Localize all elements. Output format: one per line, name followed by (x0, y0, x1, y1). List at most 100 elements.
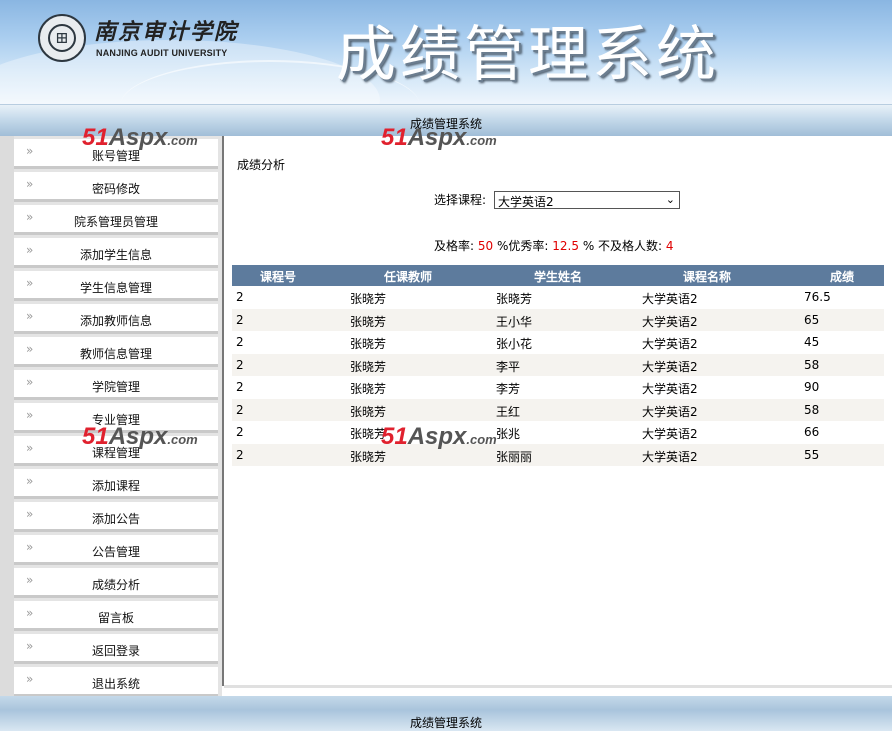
course-select-value: 大学英语2 (498, 195, 554, 209)
sidebar-item-label: 院系管理员管理 (73, 215, 158, 229)
table-row: 2 张晓芳 张小花 大学英语2 45 (232, 331, 884, 354)
table-cell: 2 (236, 402, 244, 417)
table-body: 2 张晓芳 张晓芳 大学英语2 76.5 2 张晓芳 王小华 大学英语2 65 2 张晓芳 张小花 大学英… (232, 286, 884, 466)
sidebar-item-label: 公告管理 (91, 545, 140, 559)
table-cell: 2 (236, 357, 244, 372)
sidebar-item[interactable]: » 返回登录 (14, 634, 218, 664)
sidebar-item[interactable]: » 成绩分析 (14, 568, 218, 598)
sidebar: » 账号管理» 密码修改» 院系管理员管理» 添加学生信息» 学生信息管理» 添加教师信息»… (0, 136, 224, 697)
sidebar-item[interactable]: » 添加教师信息 (14, 304, 218, 334)
table-cell: 张小花 (496, 337, 533, 351)
table-cell: 张晓芳 (350, 382, 387, 396)
table-cell: 2 (236, 380, 244, 394)
sidebar-item-label: 密码修改 (91, 182, 140, 196)
course-select[interactable]: 大学英语2 ⌄ (494, 191, 680, 209)
university-name-en: NANJING AUDIT UNIVERSITY (96, 48, 228, 58)
sidebar-item-label: 返回登录 (91, 644, 140, 658)
pass-rate-value: 50 (477, 239, 494, 253)
table-cell: 大学英语2 (642, 359, 698, 374)
watermark-logo: 51Aspx.com (381, 124, 497, 151)
sidebar-item[interactable]: » 密码修改 (14, 172, 218, 202)
sidebar-item[interactable]: » 学院管理 (14, 370, 218, 400)
sidebar-item-label: 添加教师信息 (79, 314, 152, 328)
table-cell: 76.5 (804, 290, 831, 304)
table-cell: 张晓芳 (350, 404, 387, 419)
score-table: 课程号 任课教师 学生姓名 课程名称 成绩 2 张晓芳 张晓芳 大学英语2 76.5 2 张晓芳 王小… (232, 265, 884, 466)
table-cell: 2 (236, 447, 244, 462)
sidebar-item-label: 留言板 (97, 611, 134, 625)
sidebar-item-label: 添加课程 (91, 479, 140, 493)
main-content: 成绩分析 选择课程: 大学英语2 ⌄ 及格率: 50 %优秀率: 12.5 % … (224, 136, 892, 688)
table-cell: 2 (236, 335, 244, 349)
table-cell: 45 (804, 335, 820, 349)
table-row: 2 张晓芳 张丽丽 大学英语2 55 (232, 443, 884, 466)
table-row: 2 张晓芳 李平 大学英语2 58 (232, 353, 884, 376)
footer-bar: 成绩管理系统 (0, 696, 892, 731)
sidebar-item[interactable]: » 添加课程 (14, 469, 218, 499)
table-row: 2 张晓芳 李芳 大学英语2 90 (232, 376, 884, 399)
table-cell: 大学英语2 (642, 337, 698, 351)
table-cell: 张丽丽 (496, 449, 533, 464)
table-cell: 张晓芳 (350, 314, 387, 329)
table-cell: 大学英语2 (642, 292, 698, 306)
sidebar-item[interactable]: » 添加学生信息 (14, 238, 218, 268)
table-cell: 李芳 (496, 382, 521, 396)
sidebar-item-label: 成绩分析 (91, 578, 140, 592)
table-cell: 58 (804, 357, 820, 372)
table-cell: 李平 (496, 359, 521, 374)
column-header: 学生姓名 (533, 270, 582, 284)
column-header: 任课教师 (383, 270, 432, 284)
course-selector: 选择课程: 大学英语2 ⌄ (434, 191, 680, 209)
table-cell: 张晓芳 (350, 359, 387, 374)
table-cell: 张晓芳 (350, 337, 387, 351)
excellent-rate-label: %优秀率: (496, 239, 549, 253)
table-cell: 张兆 (496, 427, 521, 441)
fail-count-value: 4 (665, 239, 674, 253)
table-cell: 2 (236, 290, 244, 304)
sidebar-item-label: 教师信息管理 (79, 347, 152, 361)
stats-summary: 及格率: 50 %优秀率: 12.5 % 不及格人数: 4 (434, 237, 674, 254)
pass-rate-label: 及格率: (434, 239, 475, 253)
university-seal-icon: ⊞ (38, 14, 86, 62)
table-cell: 王小华 (496, 314, 533, 329)
table-cell: 大学英语2 (642, 404, 698, 419)
sidebar-item-label: 学生信息管理 (79, 281, 152, 295)
table-cell: 张晓芳 (350, 292, 387, 306)
system-title: 成绩管理系统 (336, 20, 720, 90)
course-label: 选择课程: (434, 193, 487, 207)
watermark-logo: 51Aspx.com (381, 423, 497, 450)
sidebar-item-label: 添加公告 (91, 512, 140, 526)
sidebar-item[interactable]: » 留言板 (14, 601, 218, 631)
table-cell: 90 (804, 380, 820, 394)
table-row: 2 张晓芳 张兆 大学英语2 66 (232, 421, 884, 444)
footer-label: 成绩管理系统 (409, 716, 482, 730)
watermark-logo: 51Aspx.com (82, 124, 198, 151)
column-header: 课程名称 (682, 270, 731, 284)
table-cell: 大学英语2 (642, 449, 698, 464)
sidebar-item[interactable]: » 退出系统 (14, 667, 218, 697)
sidebar-item-label: 添加学生信息 (79, 248, 152, 262)
table-cell: 大学英语2 (642, 427, 698, 441)
table-cell: 大学英语2 (642, 314, 698, 329)
table-row: 2 张晓芳 张晓芳 大学英语2 76.5 (232, 286, 884, 309)
sidebar-item[interactable]: » 院系管理员管理 (14, 205, 218, 235)
fail-count-label: % 不及格人数: (582, 239, 663, 253)
excellent-rate-value: 12.5 (552, 239, 579, 253)
page-title: 成绩分析 (237, 158, 286, 172)
sidebar-item[interactable]: » 添加公告 (14, 502, 218, 532)
chevron-down-icon: ⌄ (665, 193, 675, 206)
table-cell: 66 (804, 425, 820, 439)
table-header: 课程号 任课教师 学生姓名 课程名称 成绩 (232, 265, 884, 286)
university-name-cn: 南京审计学院 (94, 19, 239, 45)
sidebar-item-label: 退出系统 (91, 677, 140, 691)
sidebar-item[interactable]: » 教师信息管理 (14, 337, 218, 367)
table-row: 2 张晓芳 王红 大学英语2 58 (232, 398, 884, 421)
table-cell: 王红 (496, 404, 521, 419)
table-cell: 大学英语2 (642, 382, 698, 396)
table-cell: 65 (804, 312, 820, 327)
header-banner: ⊞ 南京审计学院 NANJING AUDIT UNIVERSITY 成绩管理系统 (0, 0, 892, 104)
watermark-logo: 51Aspx.com (82, 423, 198, 450)
table-cell: 2 (236, 425, 244, 439)
sidebar-item[interactable]: » 学生信息管理 (14, 271, 218, 301)
sidebar-item[interactable]: » 公告管理 (14, 535, 218, 565)
